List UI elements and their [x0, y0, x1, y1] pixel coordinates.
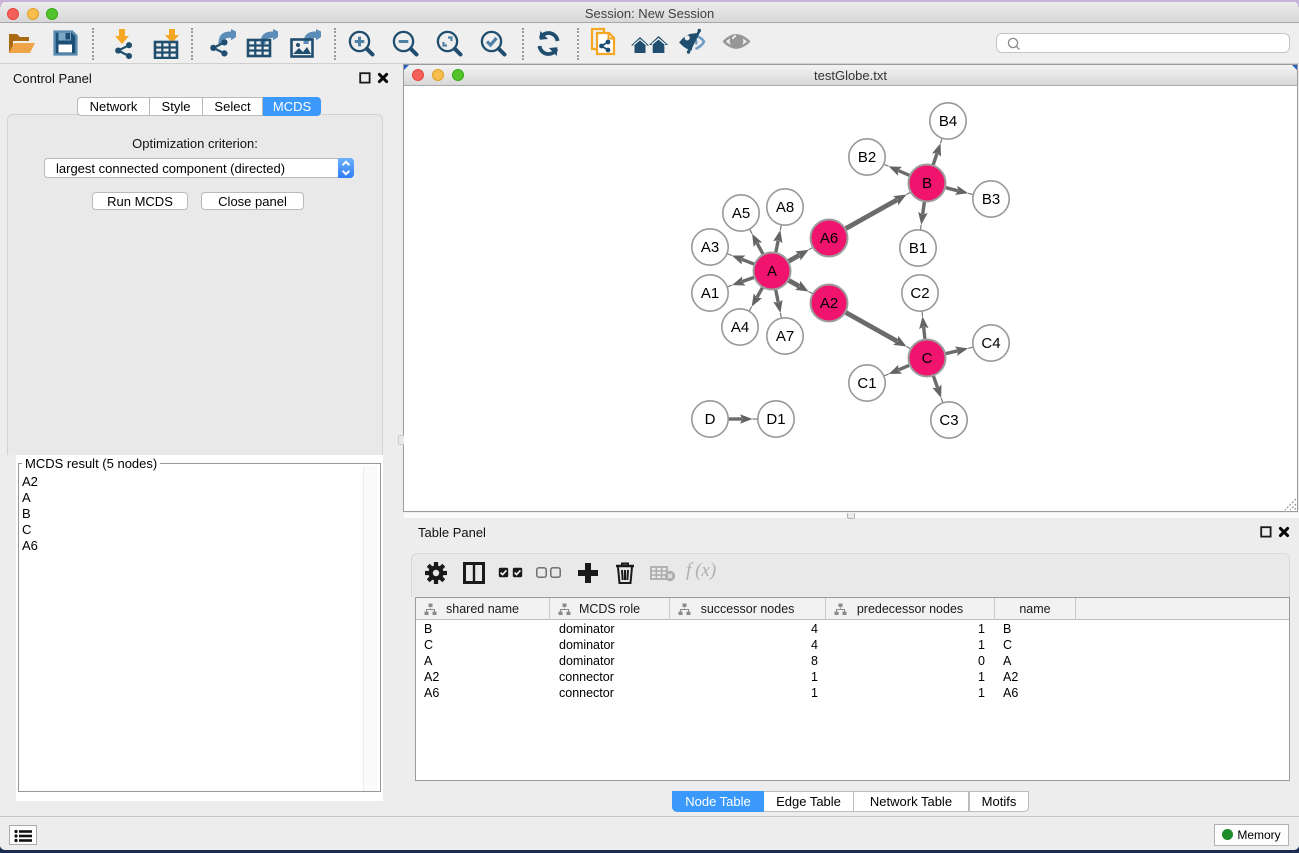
svg-text:A6: A6 [820, 230, 838, 247]
svg-text:B3: B3 [982, 191, 1000, 208]
svg-text:A8: A8 [776, 199, 794, 216]
svg-text:B4: B4 [939, 113, 957, 130]
svg-text:D: D [705, 411, 716, 428]
svg-text:C4: C4 [981, 335, 1000, 352]
svg-text:C: C [922, 350, 933, 367]
svg-text:D1: D1 [766, 411, 785, 428]
svg-text:B1: B1 [909, 240, 927, 257]
svg-text:A7: A7 [776, 328, 794, 345]
svg-text:A: A [767, 263, 777, 280]
svg-text:C3: C3 [939, 412, 958, 429]
svg-text:A4: A4 [731, 319, 749, 336]
svg-text:A3: A3 [701, 239, 719, 256]
svg-text:A5: A5 [732, 205, 750, 222]
svg-text:A2: A2 [820, 295, 838, 312]
svg-text:C1: C1 [857, 375, 876, 392]
svg-text:A1: A1 [701, 285, 719, 302]
svg-text:B: B [922, 175, 932, 192]
svg-text:B2: B2 [858, 149, 876, 166]
svg-text:C2: C2 [910, 285, 929, 302]
